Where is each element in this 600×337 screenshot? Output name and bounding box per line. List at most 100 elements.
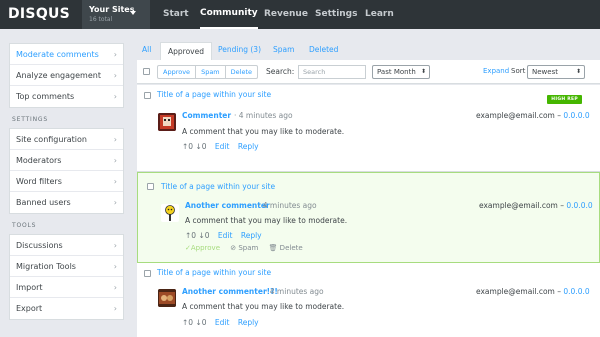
sidebar-item-analyze-engagement[interactable]: Analyze engagement › (10, 65, 123, 86)
comment-body: A comment that you may like to moderate. (182, 302, 345, 311)
comment-thread-title[interactable]: Title of a page within your site (161, 182, 275, 191)
sidebar-item-word-filters[interactable]: Word filters › (10, 171, 123, 192)
downvote-count[interactable]: ↓0 (195, 318, 206, 327)
comment-checkbox[interactable] (144, 92, 151, 99)
comment-timestamp[interactable]: · 4 minutes ago (258, 201, 317, 210)
nav-settings[interactable]: Settings (315, 0, 357, 29)
comment-checkbox[interactable] (147, 183, 154, 190)
downvote-count[interactable]: ↓0 (195, 142, 206, 151)
tab-approved[interactable]: Approved (160, 42, 212, 61)
nav-revenue[interactable]: Revenue (264, 0, 308, 29)
reply-link[interactable]: Reply (241, 231, 262, 240)
avatar[interactable] (161, 204, 179, 222)
bulk-toolbar: Approve Spam Delete Search: Search Past … (137, 60, 600, 84)
nav-start[interactable]: Start (163, 0, 189, 29)
sidebar-item-moderators[interactable]: Moderators › (10, 150, 123, 171)
sort-label: Sort (511, 67, 526, 75)
comment-thread-title[interactable]: Title of a page within your site (157, 90, 271, 99)
tab-pending[interactable]: Pending (3) (218, 45, 261, 54)
bulk-delete-button[interactable]: Delete (226, 66, 257, 78)
edit-link[interactable]: Edit (215, 318, 230, 327)
comment-timestamp[interactable]: · 4 minutes ago (265, 287, 324, 296)
edit-link[interactable]: Edit (215, 142, 230, 151)
chevron-right-icon: › (113, 177, 117, 186)
approve-button[interactable]: ✓Approve (185, 244, 220, 252)
comment-timestamp[interactable]: · 4 minutes ago (234, 111, 293, 120)
avatar-image (161, 204, 179, 222)
moderation-actions: ✓Approve ⊘ Spam 🗑 Delete (185, 244, 311, 252)
commenter-email: example@email.com (476, 111, 555, 120)
expand-link[interactable]: Expand (483, 67, 509, 75)
sidebar-item-migration-tools[interactable]: Migration Tools › (10, 256, 123, 277)
sidebar-item-label: Import (16, 283, 43, 292)
search-label: Search: (266, 67, 295, 76)
site-selector[interactable]: Your Sites 16 total (82, 0, 150, 29)
chevron-right-icon: › (113, 92, 117, 101)
tab-all[interactable]: All (142, 45, 151, 54)
reply-link[interactable]: Reply (238, 318, 259, 327)
edit-link[interactable]: Edit (218, 231, 233, 240)
comment-actions: ↑0 ↓0 Edit Reply (185, 231, 262, 240)
sidebar-item-import[interactable]: Import › (10, 277, 123, 298)
bulk-approve-button[interactable]: Approve (158, 66, 197, 78)
delete-button[interactable]: 🗑 Delete (269, 244, 303, 252)
comment-body: A comment that you may like to moderate. (182, 127, 345, 136)
avatar[interactable] (158, 289, 176, 307)
sidebar-item-label: Discussions (16, 241, 63, 250)
comment-actions: ↑0 ↓0 Edit Reply (182, 142, 259, 151)
comment-actions: ↑0 ↓0 Edit Reply (182, 318, 259, 327)
disqus-logo[interactable]: DISQUS (8, 6, 70, 22)
sidebar-item-label: Moderate comments (16, 50, 99, 59)
tab-deleted[interactable]: Deleted (309, 45, 338, 54)
moderation-panel: All Approved Pending (3) Spam Deleted Ap… (137, 42, 600, 337)
sidebar-item-site-configuration[interactable]: Site configuration › (10, 129, 123, 150)
commenter-ip-link[interactable]: 0.0.0.0 (563, 287, 589, 296)
top-navigation-bar: DISQUS Your Sites 16 total Start Communi… (0, 0, 600, 29)
upvote-count[interactable]: ↑0 (182, 318, 193, 327)
nav-community[interactable]: Community (200, 0, 258, 29)
date-range-select[interactable]: Past Month ⬍ (372, 65, 430, 79)
comment-checkbox[interactable] (144, 270, 151, 277)
chevron-right-icon: › (113, 156, 117, 165)
sort-select[interactable]: Newest ⬍ (527, 65, 585, 79)
comment-thread-title[interactable]: Title of a page within your site (157, 268, 271, 277)
bulk-spam-button[interactable]: Spam (196, 66, 226, 78)
comment-author[interactable]: Commenter (182, 111, 231, 120)
sidebar-item-discussions[interactable]: Discussions › (10, 235, 123, 256)
avatar-image (158, 113, 176, 131)
avatar-image (158, 289, 176, 307)
sidebar-item-moderate-comments[interactable]: Moderate comments › (10, 44, 123, 65)
upvote-count[interactable]: ↑0 (182, 142, 193, 151)
nav-learn[interactable]: Learn (365, 0, 394, 29)
select-arrows-icon: ⬍ (420, 68, 426, 75)
sidebar-item-export[interactable]: Export › (10, 298, 123, 319)
select-all-checkbox[interactable] (143, 68, 150, 75)
sidebar-item-top-comments[interactable]: Top comments › (10, 86, 123, 107)
search-input[interactable]: Search (298, 65, 366, 79)
comment-author[interactable]: Another commenter!?! (182, 287, 278, 296)
bulk-action-group: Approve Spam Delete (157, 65, 258, 79)
chevron-right-icon: › (113, 304, 117, 313)
comment-meta: example@email.com – 0.0.0.0 (479, 201, 593, 210)
commenter-ip-link[interactable]: 0.0.0.0 (566, 201, 592, 210)
commenter-ip-link[interactable]: 0.0.0.0 (563, 111, 589, 120)
high-rep-badge: HIGH REP (547, 95, 582, 104)
commenter-email: example@email.com (476, 287, 555, 296)
tab-spam[interactable]: Spam (273, 45, 294, 54)
comment-author[interactable]: Another commenter (185, 201, 270, 210)
date-range-value: Past Month (377, 68, 416, 76)
chevron-right-icon: › (113, 283, 117, 292)
spam-button[interactable]: ⊘ Spam (230, 244, 258, 252)
sidebar-item-banned-users[interactable]: Banned users › (10, 192, 123, 213)
avatar[interactable] (158, 113, 176, 131)
sidebar-item-label: Banned users (16, 198, 71, 207)
sidebar: Moderate comments › Analyze engagement › T… (9, 43, 124, 320)
comment-item-selected: Title of a page within your site Another… (137, 172, 600, 263)
sidebar-item-label: Moderators (16, 156, 62, 165)
upvote-count[interactable]: ↑0 (185, 231, 196, 240)
downvote-count[interactable]: ↓0 (198, 231, 209, 240)
chevron-right-icon: › (113, 262, 117, 271)
sidebar-item-label: Top comments (16, 92, 75, 101)
sidebar-item-label: Word filters (16, 177, 62, 186)
reply-link[interactable]: Reply (238, 142, 259, 151)
